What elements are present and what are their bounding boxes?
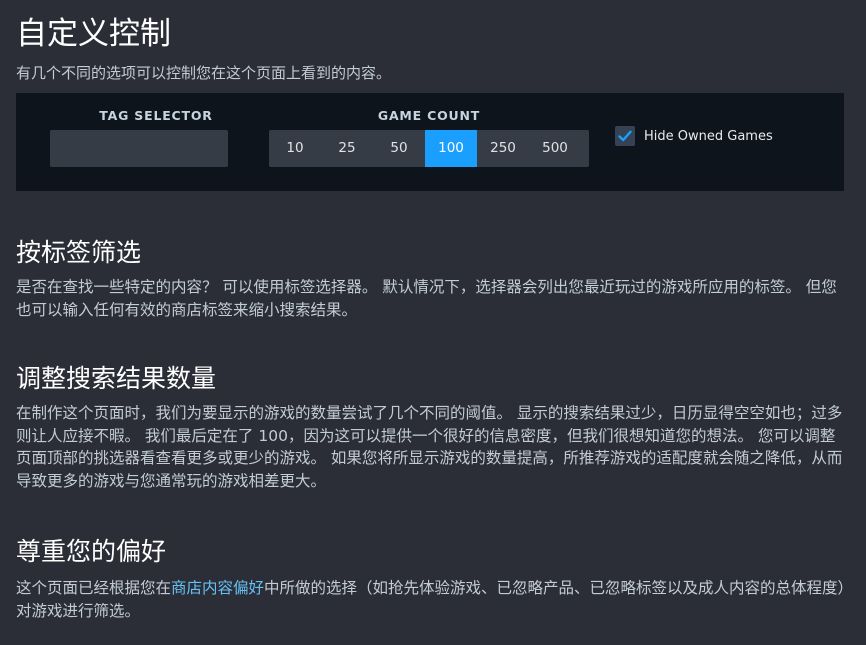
hide-owned-checkbox[interactable]: [615, 126, 635, 146]
adjust-count-heading: 调整搜索结果数量: [16, 364, 217, 393]
game-count-option-250[interactable]: 250: [477, 130, 529, 167]
game-count-selector: 10 25 50 100 250 500: [269, 130, 589, 167]
page-title: 自定义控制: [16, 16, 171, 52]
filter-by-tag-text: 是否在查找一些特定的内容？ 可以使用标签选择器。 默认情况下，选择器会列出您最近…: [16, 278, 837, 319]
filter-by-tag-heading: 按标签筛选: [16, 238, 142, 267]
preferences-text: 这个页面已经根据您在商店内容偏好中所做的选择（如抢先体验游戏、已忽略产品、已忽略…: [16, 577, 848, 622]
game-count-option-500[interactable]: 500: [529, 130, 581, 167]
game-count-option-50[interactable]: 50: [373, 130, 425, 167]
adjust-count-text: 在制作这个页面时，我们为要显示的游戏的数量尝试了几个不同的阈值。 显示的搜索结果…: [16, 404, 843, 490]
tag-selector-input[interactable]: [50, 130, 228, 167]
checkmark-icon: [618, 130, 632, 142]
hide-owned-label[interactable]: Hide Owned Games: [644, 128, 773, 145]
game-count-option-10[interactable]: 10: [269, 130, 321, 167]
preferences-text-before: 这个页面已经根据您在: [16, 579, 172, 597]
game-count-option-25[interactable]: 25: [321, 130, 373, 167]
game-count-option-100[interactable]: 100: [425, 130, 477, 167]
store-preferences-link[interactable]: 商店内容偏好: [171, 579, 264, 597]
game-count-label: GAME COUNT: [377, 108, 481, 123]
page-subtitle: 有几个不同的选项可以控制您在这个页面上看到的内容。: [16, 64, 392, 82]
tag-selector-label: TAG SELECTOR: [99, 108, 213, 123]
preferences-heading: 尊重您的偏好: [16, 537, 167, 566]
control-panel: TAG SELECTOR GAME COUNT 10 25 50 100 250…: [16, 93, 844, 191]
